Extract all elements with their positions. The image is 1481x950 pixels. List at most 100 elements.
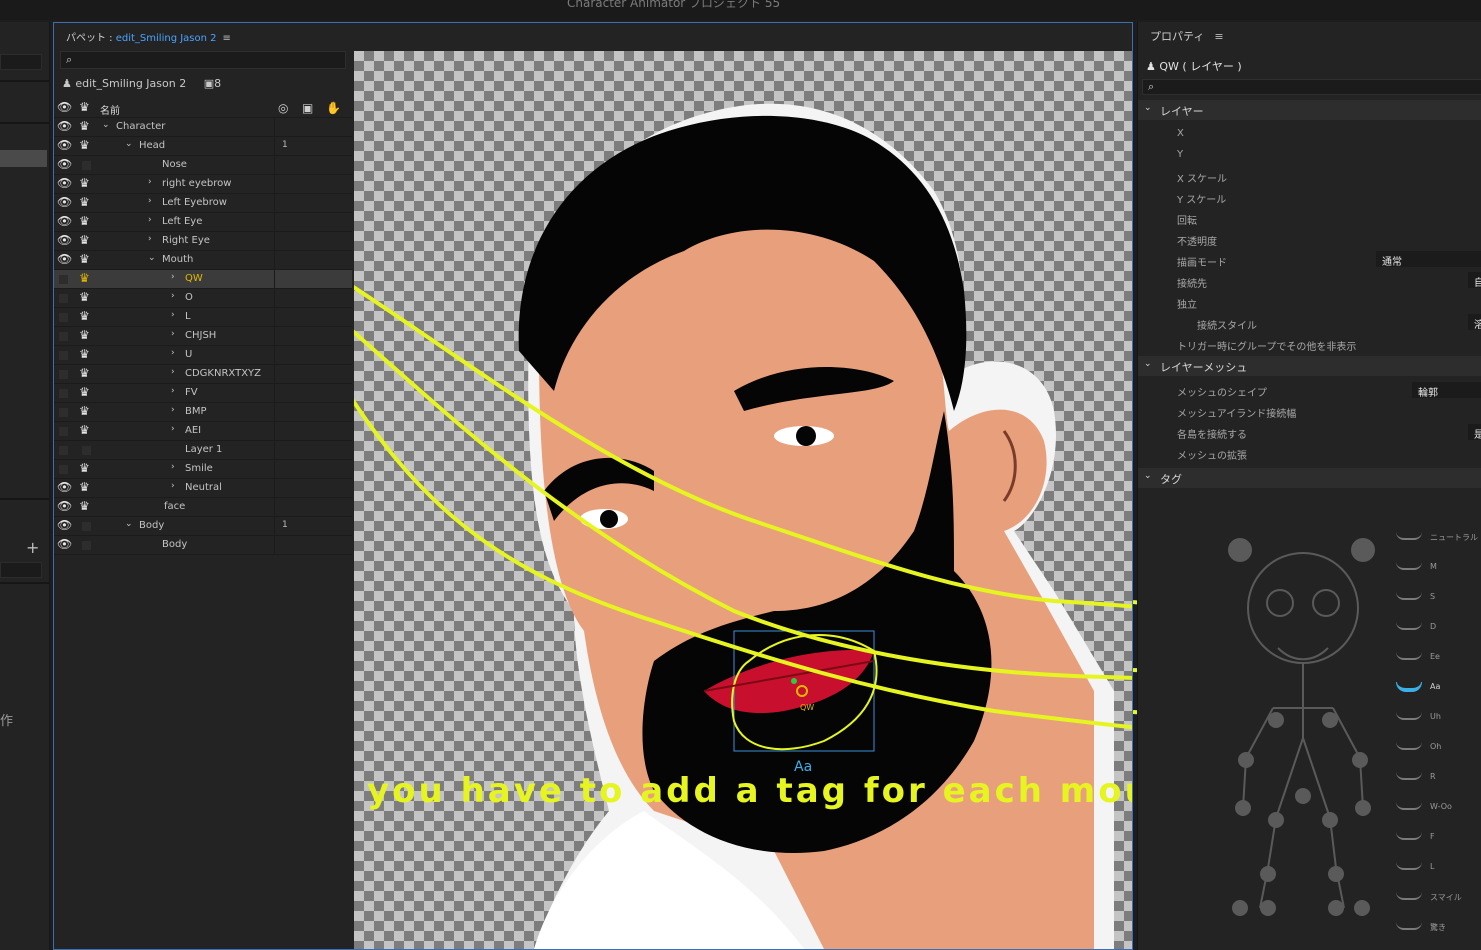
visibility-toggle[interactable]	[59, 275, 68, 284]
eye-icon[interactable]: 👁	[57, 252, 72, 266]
layer-row[interactable]: 👁 ♛ › right eyebrow	[54, 175, 352, 194]
layer-row[interactable]: 👁 Body	[54, 536, 352, 555]
attach-to-select[interactable]: 自	[1468, 272, 1481, 289]
tag-label[interactable]: ニュートラル	[1430, 532, 1478, 543]
crown-icon[interactable]: ♛	[79, 290, 90, 304]
layer-row[interactable]: 👁 ♛ › Left Eye	[54, 213, 352, 232]
crown-icon[interactable]: ♛	[79, 138, 90, 152]
tag-label[interactable]: R	[1430, 772, 1436, 781]
chevron-right-icon[interactable]: ›	[171, 481, 175, 491]
layer-row[interactable]: ♛ › CHJSH	[54, 327, 352, 346]
mouth-shape-icon[interactable]	[1396, 742, 1422, 750]
panel-menu-icon[interactable]: ≡	[223, 33, 231, 44]
layer-row[interactable]: ♛ › FV	[54, 384, 352, 403]
layer-row[interactable]: ♛ › AEI	[54, 422, 352, 441]
section-layer[interactable]: ⌄ レイヤー	[1138, 100, 1481, 120]
chevron-right-icon[interactable]: ›	[171, 310, 175, 320]
chevron-right-icon[interactable]: ›	[171, 329, 175, 339]
layer-row[interactable]: ♛ › CDGKNRXTXYZ	[54, 365, 352, 384]
crown-icon[interactable]: ♛	[79, 480, 90, 494]
crown-icon[interactable]: ♛	[79, 347, 90, 361]
hand-icon[interactable]: ✋	[326, 101, 341, 115]
visibility-toggle[interactable]	[59, 408, 68, 417]
mouth-shape-icon[interactable]	[1396, 832, 1422, 840]
chevron-right-icon[interactable]: ›	[171, 405, 175, 415]
crown-icon[interactable]: ♛	[79, 423, 90, 437]
tag-label[interactable]: Aa	[1430, 682, 1440, 691]
eye-icon[interactable]: 👁	[57, 480, 72, 494]
visibility-toggle[interactable]	[59, 389, 68, 398]
independence-toggle[interactable]	[82, 446, 91, 455]
crown-icon[interactable]: ♛	[79, 233, 90, 247]
chevron-right-icon[interactable]: ›	[171, 367, 175, 377]
chevron-right-icon[interactable]: ›	[148, 196, 152, 206]
eye-icon[interactable]: 👁	[57, 157, 72, 171]
layer-row[interactable]: 👁 ♛ › Left Eyebrow	[54, 194, 352, 213]
mouth-shape-icon[interactable]	[1396, 922, 1422, 930]
chevron-down-icon[interactable]: ⌄	[125, 519, 133, 529]
attach-style-select[interactable]: 溶	[1468, 314, 1481, 331]
crown-icon[interactable]: ♛	[79, 366, 90, 380]
eye-icon[interactable]: 👁	[57, 233, 72, 247]
layer-row[interactable]: ♛ › BMP	[54, 403, 352, 422]
crown-icon[interactable]: ♛	[79, 100, 90, 114]
crown-icon[interactable]: ♛	[79, 309, 90, 323]
visibility-toggle[interactable]	[59, 294, 68, 303]
tag-label[interactable]: Oh	[1430, 742, 1441, 751]
independence-toggle[interactable]	[82, 522, 91, 531]
visibility-toggle[interactable]	[59, 313, 68, 322]
layer-row[interactable]: 👁 ♛ face	[54, 498, 352, 517]
mouth-shape-icon[interactable]	[1396, 772, 1422, 780]
eye-icon[interactable]: 👁	[57, 499, 72, 513]
section-tags[interactable]: ⌄ タグ	[1138, 468, 1481, 488]
tag-label[interactable]: W-Oo	[1430, 802, 1452, 811]
mouth-shape-icon[interactable]	[1396, 802, 1422, 810]
mouth-shape-icon[interactable]	[1396, 532, 1422, 540]
layer-row[interactable]: 👁 ⌄ Body 1	[54, 517, 352, 536]
layer-row[interactable]: 👁 ♛ ⌄ Head 1	[54, 137, 352, 156]
layer-row[interactable]: ♛ › QW	[54, 270, 352, 289]
tag-label[interactable]: Uh	[1430, 712, 1441, 721]
chevron-down-icon[interactable]: ⌄	[125, 139, 133, 149]
eye-icon[interactable]: 👁	[57, 176, 72, 190]
layer-row[interactable]: ♛ › L	[54, 308, 352, 327]
crown-icon[interactable]: ♛	[79, 271, 90, 285]
left-strip-field[interactable]	[0, 54, 42, 70]
chevron-right-icon[interactable]: ›	[171, 291, 175, 301]
tag-label[interactable]: M	[1430, 562, 1437, 571]
visibility-toggle[interactable]	[59, 427, 68, 436]
tag-label[interactable]: スマイル	[1430, 892, 1462, 903]
independence-toggle[interactable]	[82, 161, 91, 170]
tag-label[interactable]: L	[1430, 862, 1434, 871]
properties-search-input[interactable]: ⌕	[1142, 79, 1481, 95]
scene-canvas[interactable]: QW Aa you have to add a tag for each mou…	[354, 51, 1132, 949]
eye-icon[interactable]: 👁	[57, 214, 72, 228]
crown-icon[interactable]: ♛	[79, 385, 90, 399]
layer-row[interactable]: ♛ › Smile	[54, 460, 352, 479]
left-strip-selected-row[interactable]	[0, 150, 47, 167]
blend-mode-select[interactable]: 通常	[1376, 251, 1481, 268]
crown-icon[interactable]: ♛	[79, 195, 90, 209]
connect-islands-select[interactable]: 是	[1468, 424, 1481, 441]
layer-row[interactable]: ♛ › O	[54, 289, 352, 308]
layer-row[interactable]: 👁 ♛ ⌄ Mouth	[54, 251, 352, 270]
camera-icon[interactable]: ▣	[302, 101, 313, 115]
mouth-shape-icon[interactable]	[1396, 652, 1422, 660]
tag-label[interactable]: D	[1430, 622, 1436, 631]
chevron-right-icon[interactable]: ›	[148, 234, 152, 244]
mesh-shape-select[interactable]: 輪郭	[1412, 382, 1481, 399]
mouth-shape-icon[interactable]	[1396, 862, 1422, 870]
independence-toggle[interactable]	[82, 541, 91, 550]
chevron-down-icon[interactable]: ⌄	[148, 253, 156, 263]
eye-icon[interactable]: 👁	[57, 138, 72, 152]
chevron-down-icon[interactable]: ⌄	[102, 120, 110, 130]
chevron-right-icon[interactable]: ›	[148, 177, 152, 187]
chevron-right-icon[interactable]: ›	[171, 462, 175, 472]
puppet-search-input[interactable]: ⌕	[60, 51, 346, 69]
chevron-right-icon[interactable]: ›	[171, 386, 175, 396]
crown-icon[interactable]: ♛	[79, 176, 90, 190]
layer-row[interactable]: 👁 ♛ ⌄ Character	[54, 118, 352, 137]
panel-menu-icon[interactable]: ≡	[1214, 30, 1223, 43]
chevron-right-icon[interactable]: ›	[148, 215, 152, 225]
crown-icon[interactable]: ♛	[79, 461, 90, 475]
